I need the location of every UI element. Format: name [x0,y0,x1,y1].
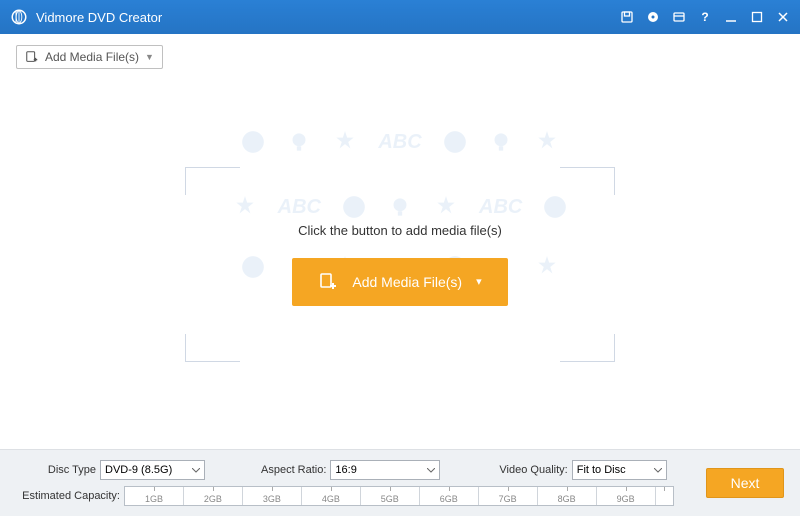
capacity-tick: 8GB [558,494,576,504]
frame-corner [560,167,615,195]
capacity-tick: 4GB [322,494,340,504]
capacity-tick: 1GB [145,494,163,504]
hint-text: Click the button to add media file(s) [298,223,502,238]
help-icon[interactable]: ? [698,10,712,24]
frame-corner [185,167,240,195]
chevron-down-icon: ▼ [145,52,154,62]
add-media-button-small[interactable]: Add Media File(s) ▼ [16,45,163,69]
aspect-ratio-label: Aspect Ratio: [261,464,326,476]
add-file-icon [318,272,338,292]
add-media-button-large[interactable]: Add Media File(s) ▾ [292,258,507,306]
app-title: Vidmore DVD Creator [36,10,620,25]
add-file-icon [25,50,39,64]
aspect-ratio-select[interactable]: 16:9 [330,460,440,480]
drop-zone[interactable]: Click the button to add media file(s) Ad… [185,167,615,362]
capacity-tick: 7GB [499,494,517,504]
app-logo-icon [10,8,28,26]
capacity-tick: 5GB [381,494,399,504]
next-button[interactable]: Next [706,468,784,498]
watermark-row: ABC [240,129,559,155]
capacity-tick: 2GB [204,494,222,504]
video-quality-label: Video Quality: [499,464,567,476]
title-bar: Vidmore DVD Creator ? [0,0,800,34]
capacity-tick: 6GB [440,494,458,504]
capacity-tick: 3GB [263,494,281,504]
capacity-row: Estimated Capacity: 1GB 2GB 3GB 4GB 5GB … [16,486,784,506]
settings-icon[interactable] [672,10,686,24]
disc-type-label: Disc Type [16,464,96,476]
estimated-capacity-label: Estimated Capacity: [16,490,120,502]
capacity-tick: 9GB [617,494,635,504]
disc-type-select[interactable]: DVD-9 (8.5G) [100,460,205,480]
video-quality-select[interactable]: Fit to Disc [572,460,667,480]
capacity-bar: 1GB 2GB 3GB 4GB 5GB 6GB 7GB 8GB 9GB [124,486,674,506]
add-media-small-label: Add Media File(s) [45,50,139,64]
add-media-large-label: Add Media File(s) [352,274,462,290]
settings-row: Disc Type DVD-9 (8.5G) Aspect Ratio: 16:… [16,460,784,480]
save-icon[interactable] [620,10,634,24]
bottom-panel: Disc Type DVD-9 (8.5G) Aspect Ratio: 16:… [0,449,800,516]
toolbar: Add Media File(s) ▼ [0,34,800,79]
frame-corner [560,334,615,362]
main-canvas: ABC ABC ABC ABC Click the button to add … [0,79,800,449]
window-controls: ? [620,10,790,24]
chevron-down-icon: ▾ [476,275,482,288]
close-button[interactable] [776,10,790,24]
minimize-button[interactable] [724,10,738,24]
frame-corner [185,334,240,362]
burn-icon[interactable] [646,10,660,24]
maximize-button[interactable] [750,10,764,24]
